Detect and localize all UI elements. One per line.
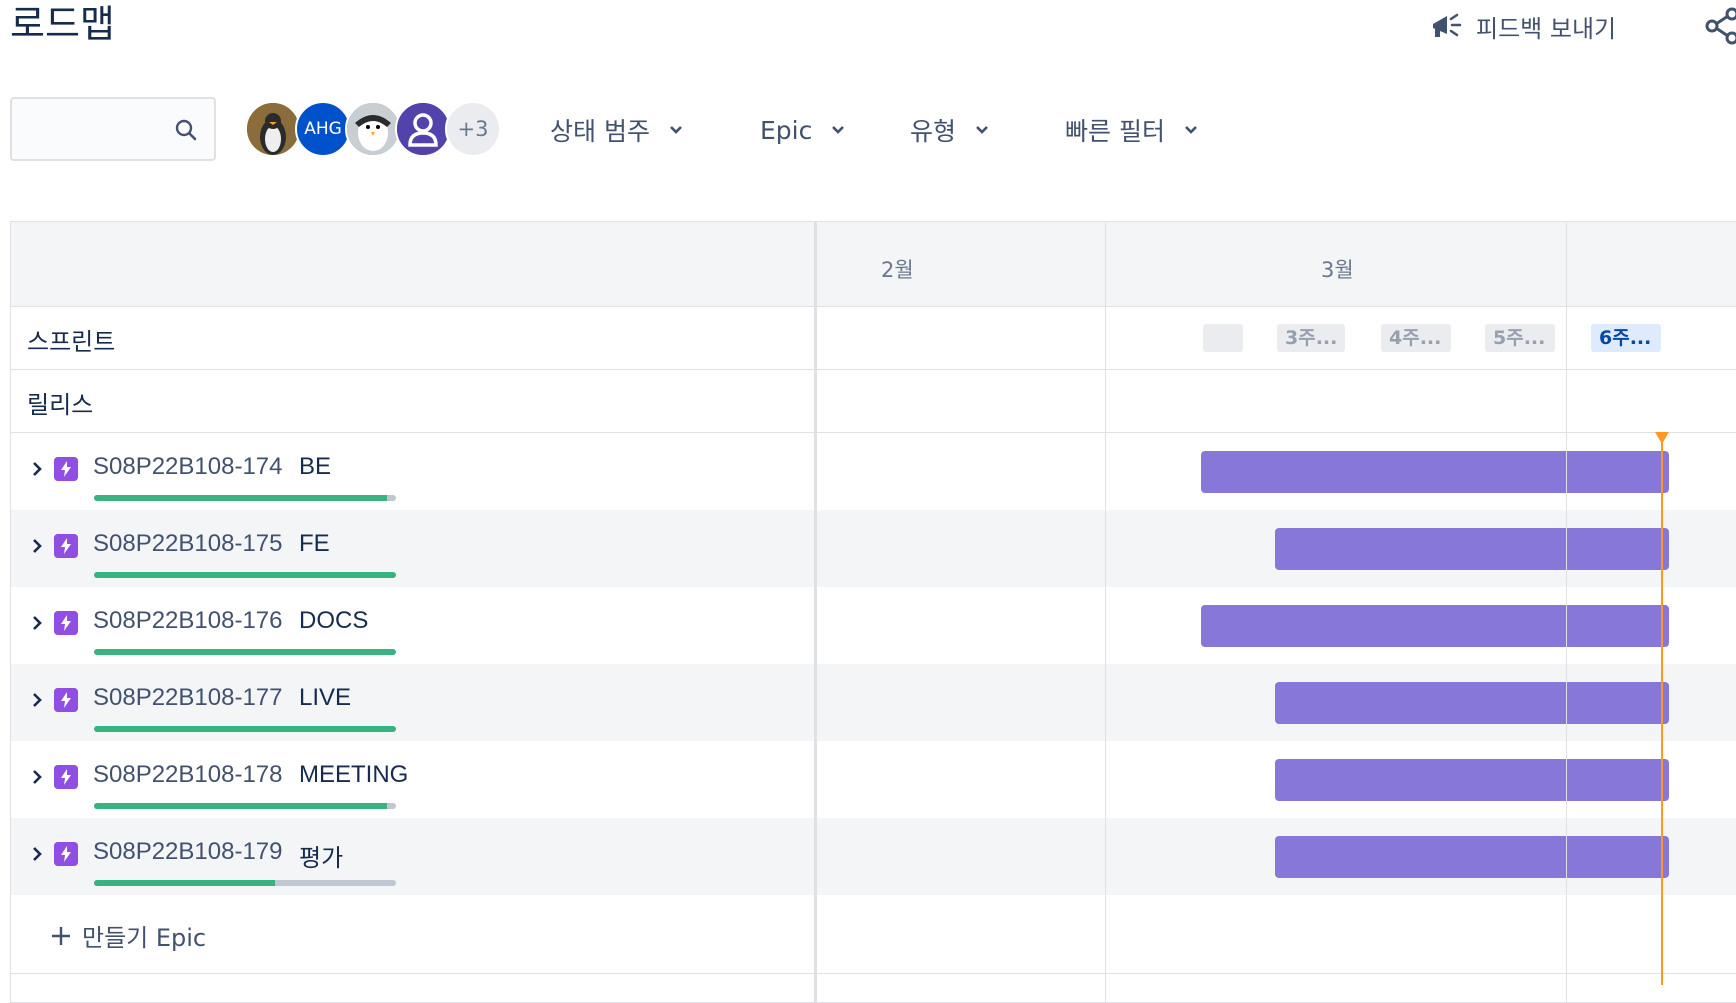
search-input[interactable] xyxy=(12,99,186,159)
epic-icon xyxy=(54,457,78,481)
epic-name[interactable]: BE xyxy=(299,453,331,481)
epic-timeline-bar[interactable] xyxy=(1275,836,1669,878)
sprint-chip[interactable]: 5주... xyxy=(1485,324,1555,352)
create-epic-label: 만들기 Epic xyxy=(82,924,207,952)
page-title: 로드맵 xyxy=(10,2,115,46)
epic-timeline-bar[interactable] xyxy=(1275,759,1669,801)
epic-name[interactable]: LIVE xyxy=(299,684,351,712)
epic-name[interactable]: FE xyxy=(299,530,330,558)
filter-label: 빠른 필터 xyxy=(1065,117,1165,146)
assignee-avatars: AHG +3 xyxy=(245,101,501,157)
chevron-right-icon[interactable] xyxy=(27,767,47,787)
avatar[interactable] xyxy=(345,101,401,157)
megaphone-icon xyxy=(1433,13,1462,37)
epic-progress-fill xyxy=(94,880,276,886)
epic-progress xyxy=(94,803,396,809)
epic-progress xyxy=(94,649,396,655)
epic-progress-fill xyxy=(94,649,396,655)
month-divider xyxy=(1566,222,1567,1002)
month-label: 2월 xyxy=(881,258,914,282)
epic-progress-fill xyxy=(94,803,387,809)
epic-key[interactable]: S08P22B108-179 xyxy=(93,838,283,866)
chevron-right-icon[interactable] xyxy=(27,613,47,633)
sprint-chip[interactable]: 6주... xyxy=(1591,324,1661,352)
chevron-right-icon[interactable] xyxy=(27,844,47,864)
epic-icon xyxy=(54,688,78,712)
epic-key[interactable]: S08P22B108-176 xyxy=(93,607,283,635)
sprints-row-label: 스프린트 xyxy=(27,328,116,356)
sprint-chip[interactable]: 4주... xyxy=(1381,324,1451,352)
filter-type[interactable]: 유형 xyxy=(910,110,990,150)
bird-avatar-icon xyxy=(347,103,399,155)
filter-label: 유형 xyxy=(910,117,957,146)
epic-progress-fill xyxy=(94,726,396,732)
epic-key[interactable]: S08P22B108-174 xyxy=(93,453,283,481)
releases-row-label: 릴리스 xyxy=(27,391,94,419)
avatar[interactable] xyxy=(395,101,451,157)
epic-progress-fill xyxy=(94,495,387,501)
filter-status-category[interactable]: 상태 범주 xyxy=(550,110,684,150)
avatar[interactable] xyxy=(245,101,301,157)
epic-timeline-bar[interactable] xyxy=(1201,451,1669,493)
sprint-chip[interactable]: 3주... xyxy=(1277,324,1345,352)
epic-progress xyxy=(94,726,396,732)
epic-timeline-bar[interactable] xyxy=(1275,682,1669,724)
epic-progress xyxy=(94,880,396,886)
epic-key[interactable]: S08P22B108-178 xyxy=(93,761,283,789)
filter-quick[interactable]: 빠른 필터 xyxy=(1065,110,1199,150)
epic-row[interactable]: S08P22B108-177 LIVE xyxy=(11,664,1736,741)
epic-timeline-bar[interactable] xyxy=(1275,528,1669,570)
create-epic-button[interactable]: 만들기 Epic xyxy=(50,918,206,953)
chevron-down-icon xyxy=(832,126,845,134)
sprint-chip[interactable] xyxy=(1203,324,1243,352)
month-label: 3월 xyxy=(1321,258,1354,282)
epic-name[interactable]: DOCS xyxy=(299,607,368,635)
feedback-button[interactable]: 피드백 보내기 xyxy=(1430,6,1616,46)
filter-epic[interactable]: Epic xyxy=(760,110,846,150)
roadmap-grid: 2월 3월 스프린트 릴리스 3주... 4주... 5주... 6주... S08P… xyxy=(10,221,1736,1003)
epic-row[interactable]: S08P22B108-178 MEETING xyxy=(11,741,1736,818)
today-marker xyxy=(1661,433,1663,985)
panel-divider[interactable] xyxy=(814,222,817,1002)
more-avatars-button[interactable]: +3 xyxy=(445,101,501,157)
epic-row[interactable]: S08P22B108-179 평가 xyxy=(11,818,1736,895)
chevron-down-icon xyxy=(670,126,682,134)
row-divider xyxy=(11,369,1736,370)
epic-key[interactable]: S08P22B108-177 xyxy=(93,684,283,712)
plus-icon xyxy=(52,926,70,945)
chevron-down-icon xyxy=(976,126,988,134)
avatar-initials: AHG xyxy=(304,119,342,139)
share-icon[interactable] xyxy=(1702,6,1736,46)
epic-progress-fill xyxy=(94,572,396,578)
filter-label: Epic xyxy=(760,115,813,145)
epic-timeline-bar[interactable] xyxy=(1201,605,1669,647)
timeline-header xyxy=(11,222,1736,307)
epic-row[interactable]: S08P22B108-176 DOCS xyxy=(11,587,1736,664)
chevron-down-icon xyxy=(1185,126,1197,134)
epic-icon xyxy=(54,842,78,866)
epic-key[interactable]: S08P22B108-175 xyxy=(93,530,283,558)
epic-row[interactable]: S08P22B108-174 BE xyxy=(11,433,1736,510)
chevron-right-icon[interactable] xyxy=(27,459,47,479)
row-divider xyxy=(11,973,1736,974)
epic-progress xyxy=(94,495,396,501)
search-box[interactable] xyxy=(10,97,216,161)
epic-progress xyxy=(94,572,396,578)
epic-name[interactable]: 평가 xyxy=(299,838,343,873)
epic-icon xyxy=(54,611,78,635)
epic-icon xyxy=(54,765,78,789)
month-divider xyxy=(1105,222,1106,1002)
avatar[interactable]: AHG xyxy=(295,101,351,157)
epic-name[interactable]: MEETING xyxy=(299,761,408,789)
feedback-label: 피드백 보내기 xyxy=(1476,14,1617,43)
epic-icon xyxy=(54,534,78,558)
chevron-right-icon[interactable] xyxy=(27,536,47,556)
penguin-avatar-icon xyxy=(247,103,299,155)
epic-row[interactable]: S08P22B108-175 FE xyxy=(11,510,1736,587)
search-icon xyxy=(175,119,197,141)
chevron-right-icon[interactable] xyxy=(27,690,47,710)
filter-label: 상태 범주 xyxy=(550,117,650,146)
user-icon xyxy=(397,103,449,155)
